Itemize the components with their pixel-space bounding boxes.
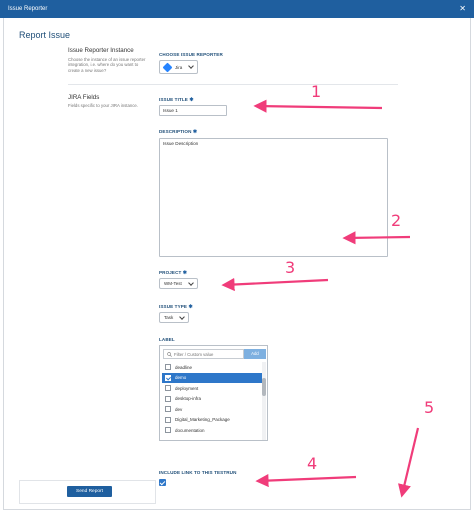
label-option-text: desktop-infra [175, 396, 202, 402]
label-options-list: deadline demo deployment desktop-infra d… [162, 362, 266, 440]
label-filter-input[interactable] [174, 350, 243, 358]
checkbox-icon[interactable] [165, 416, 171, 423]
instance-section-description: Choose the instance of an issue reporter… [68, 57, 146, 73]
checkbox-icon[interactable] [165, 374, 171, 381]
window-title: Issue Reporter [8, 6, 48, 12]
chevron-down-icon [179, 313, 186, 320]
label-option-text: deployment [175, 385, 199, 391]
label-option-text: demo [175, 375, 187, 381]
label-multiselect: Add deadline demo deployment desktop-inf… [159, 345, 268, 441]
label-option[interactable]: deadline [162, 362, 266, 373]
required-icon: ✱ [182, 270, 188, 276]
add-label-button[interactable]: Add [244, 349, 266, 359]
project-value: WM-Test [164, 281, 182, 286]
reporter-select[interactable]: Jira [159, 60, 199, 74]
label-option[interactable]: documentation [162, 425, 266, 436]
required-icon: ✱ [189, 97, 194, 103]
description-label-text: DESCRIPTION [159, 129, 192, 134]
reporter-value: Jira [175, 64, 183, 70]
label-option[interactable]: deployment [162, 383, 266, 394]
label-filter-row: Add [163, 349, 266, 359]
label-option-text: dev [175, 406, 183, 412]
label-filter-wrap [163, 349, 244, 359]
label-option[interactable]: desktop-infra [162, 394, 266, 405]
checkbox-icon[interactable] [165, 364, 171, 371]
include-link-checkbox[interactable] [159, 479, 166, 486]
label-option-text: deadline [175, 364, 193, 370]
issue-type-label-text: ISSUE TYPE [159, 304, 188, 309]
search-icon [167, 352, 172, 357]
label-option[interactable]: dev [162, 404, 266, 415]
annotation-number-4: 4 [307, 454, 318, 473]
annotation-number-5: 5 [424, 398, 435, 417]
chevron-down-icon [187, 279, 194, 286]
checkbox-icon[interactable] [165, 385, 171, 392]
required-icon: ✱ [188, 304, 193, 310]
description-label: DESCRIPTION ✱ [159, 129, 197, 135]
annotation-number-2: 2 [391, 211, 402, 230]
annotation-number-1: 1 [311, 82, 322, 101]
issue-type-select[interactable]: Task [159, 312, 190, 323]
page-title: Report Issue [19, 30, 71, 40]
checkbox-icon[interactable] [165, 395, 171, 402]
jira-icon [162, 62, 173, 72]
issue-type-label: ISSUE TYPE ✱ [159, 304, 193, 310]
checkbox-icon[interactable] [165, 406, 171, 413]
label-field-label: LABEL [159, 337, 175, 342]
send-report-button[interactable]: Send Report [67, 486, 112, 497]
close-icon[interactable]: ✕ [459, 0, 466, 18]
issue-title-input[interactable] [159, 105, 227, 116]
issue-type-value: Task [164, 315, 174, 320]
chevron-down-icon [188, 63, 195, 69]
label-option[interactable]: Digital_Marketing_Package [162, 415, 266, 426]
section-divider [68, 84, 398, 85]
reporter-label: CHOOSE ISSUE REPORTER [159, 52, 223, 57]
issue-title-label: ISSUE TITLE ✱ [159, 97, 194, 103]
window-titlebar: Issue Reporter ✕ [0, 0, 474, 18]
label-option[interactable]: demo [162, 372, 266, 383]
dialog-footer: Send Report [19, 480, 156, 504]
checkbox-icon[interactable] [165, 427, 171, 434]
jira-section-title: JIRA Fields [68, 94, 100, 101]
project-label-text: PROJECT [159, 270, 182, 275]
jira-section-description: Fields specific to your JIRA instance. [68, 103, 138, 108]
include-link-label: INCLUDE LINK TO THIS TESTRUN [159, 470, 237, 475]
issue-title-label-text: ISSUE TITLE [159, 97, 188, 102]
annotation-number-3: 3 [285, 258, 296, 277]
project-label: PROJECT ✱ [159, 270, 187, 276]
scrollbar-thumb[interactable] [262, 378, 266, 396]
label-option-text: Digital_Marketing_Package [175, 417, 230, 423]
project-select[interactable]: WM-Test [159, 278, 198, 289]
required-icon: ✱ [192, 129, 198, 135]
label-list-scrollbar[interactable] [262, 362, 266, 440]
description-textarea[interactable]: Issue Description [159, 138, 388, 257]
instance-section-title: Issue Reporter Instance [68, 47, 134, 54]
label-option-text: documentation [175, 427, 205, 433]
